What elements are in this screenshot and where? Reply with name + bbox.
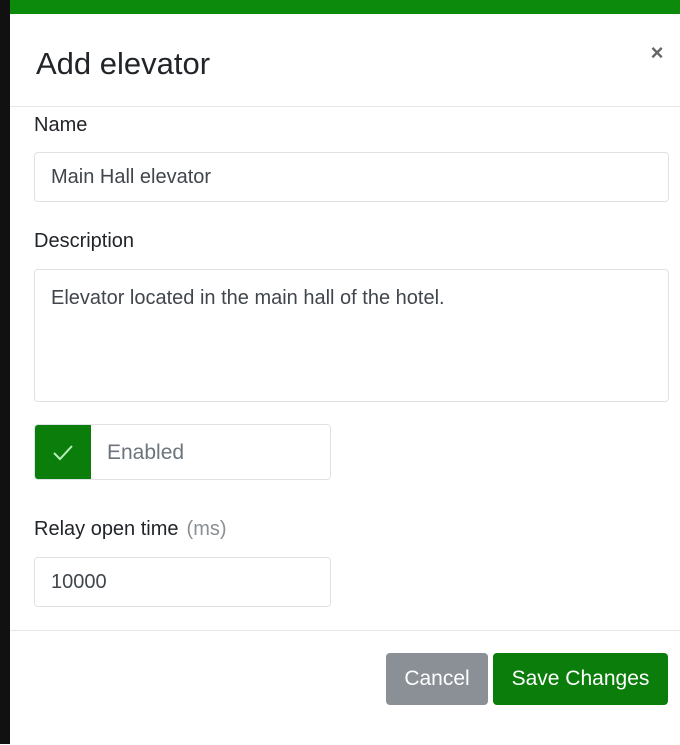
modal-header: Add elevator × xyxy=(10,14,680,107)
enabled-toggle[interactable]: Enabled xyxy=(34,424,331,480)
enabled-checkbox[interactable] xyxy=(35,425,91,479)
description-field[interactable]: Elevator located in the main hall of the… xyxy=(34,269,669,402)
relay-open-time-field[interactable]: 10000 xyxy=(34,557,331,607)
name-label: Name xyxy=(34,114,88,136)
relay-unit: (ms) xyxy=(186,518,227,540)
modal-footer: Cancel Save Changes xyxy=(10,630,680,745)
modal-title: Add elevator xyxy=(36,46,211,81)
cancel-button[interactable]: Cancel xyxy=(386,653,488,705)
add-elevator-modal: Add elevator × Name Main Hall elevator D… xyxy=(10,14,680,744)
check-icon xyxy=(53,445,73,461)
relay-open-time-label: Relay open time (ms) xyxy=(34,518,227,541)
window-edge xyxy=(0,0,10,744)
save-changes-button[interactable]: Save Changes xyxy=(493,653,668,705)
close-icon[interactable]: × xyxy=(646,42,668,64)
relay-label-text: Relay open time xyxy=(34,518,179,540)
enabled-label: Enabled xyxy=(107,441,185,464)
description-label: Description xyxy=(34,230,135,252)
name-field[interactable]: Main Hall elevator xyxy=(34,152,669,202)
top-accent-bar xyxy=(0,0,680,15)
